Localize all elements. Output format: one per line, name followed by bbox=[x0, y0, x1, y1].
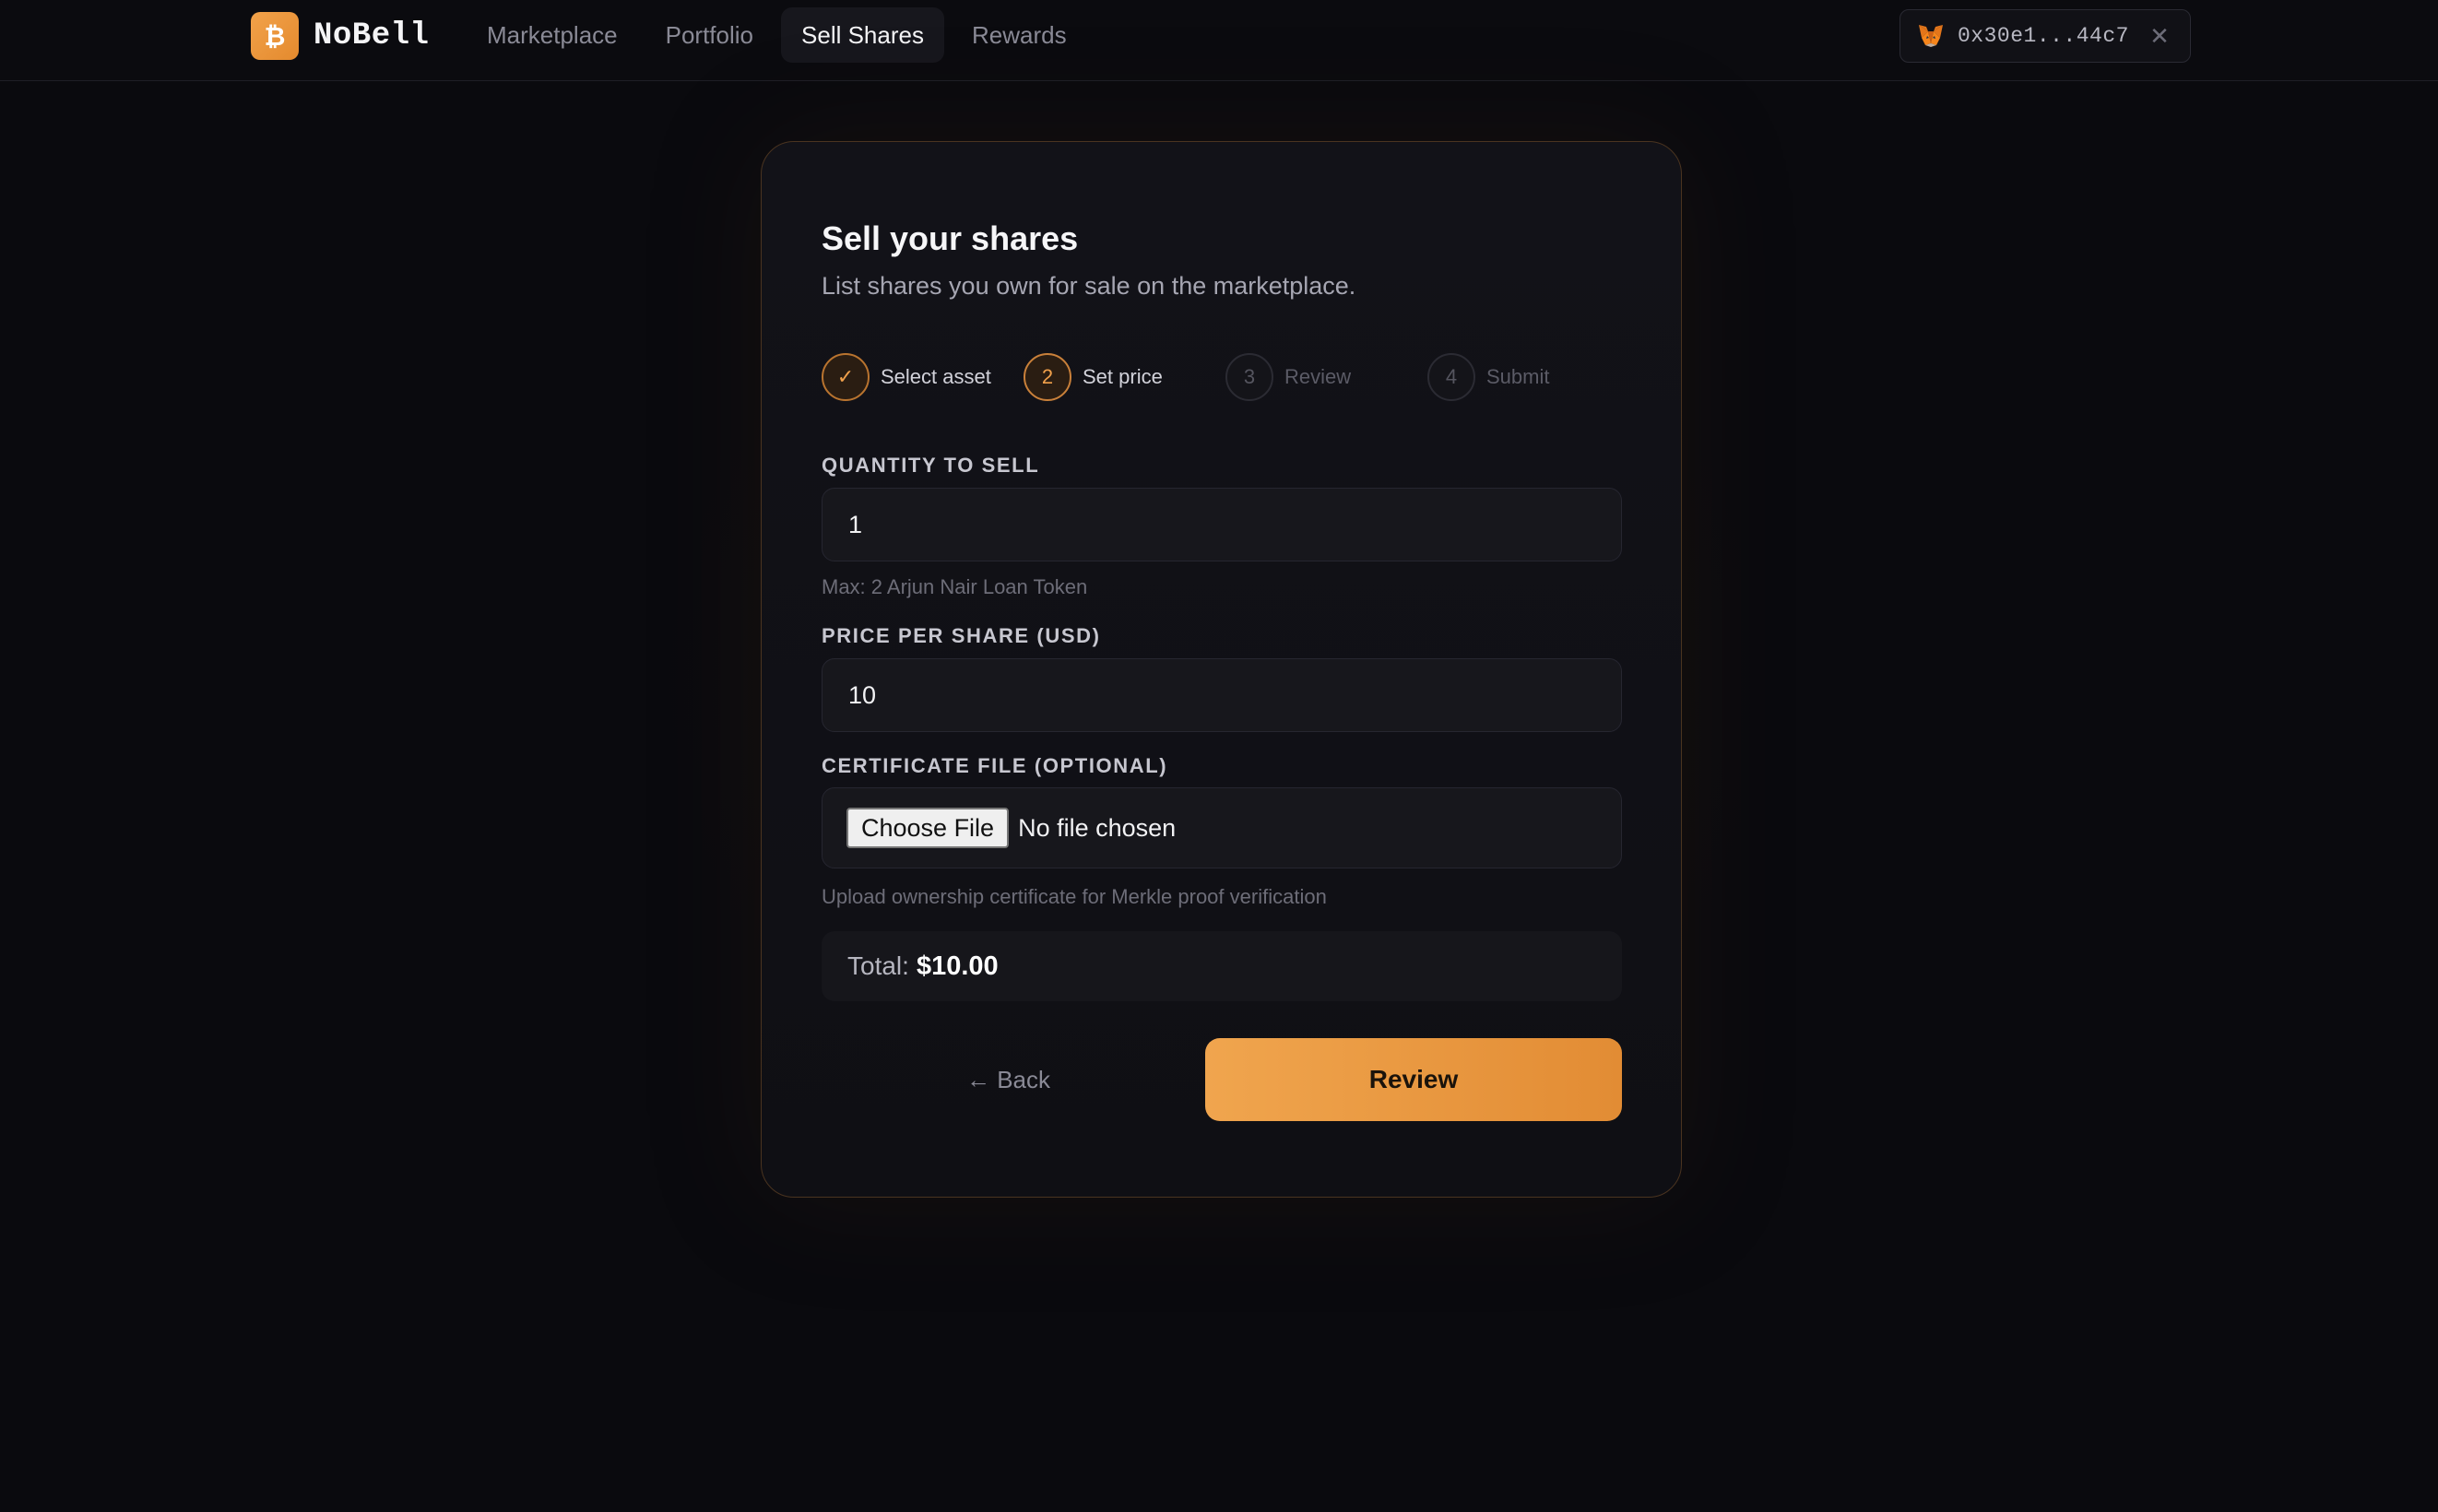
nav-item-marketplace[interactable]: Marketplace bbox=[467, 7, 638, 63]
step-label: Review bbox=[1284, 365, 1352, 388]
step-submit: 4 Submit bbox=[1427, 353, 1629, 401]
total-summary: Total: $10.00 bbox=[822, 931, 1622, 1001]
bitcoin-icon: ₿ bbox=[251, 12, 299, 60]
step-number: 3 bbox=[1225, 353, 1273, 401]
step-number: 2 bbox=[1024, 353, 1071, 401]
stepper: ✓ Select asset 2 Set price 3 Review 4 Su… bbox=[822, 353, 1629, 401]
quantity-label: QUANTITY TO SELL bbox=[822, 454, 1040, 477]
step-label: Select asset bbox=[881, 365, 991, 388]
brand[interactable]: ₿ NoBell bbox=[251, 12, 429, 60]
step-select-asset: ✓ Select asset bbox=[822, 353, 1024, 401]
top-navigation-bar: ₿ NoBell Marketplace Portfolio Sell Shar… bbox=[0, 0, 2438, 81]
step-label: Set price bbox=[1083, 365, 1163, 388]
certificate-label: CERTIFICATE FILE (OPTIONAL) bbox=[822, 754, 1168, 777]
brand-name: NoBell bbox=[314, 18, 430, 53]
wallet-connection[interactable]: 0x30e1...44c7 ✕ bbox=[1900, 9, 2191, 63]
check-icon: ✓ bbox=[822, 353, 870, 401]
main-nav: Marketplace Portfolio Sell Shares Reward… bbox=[467, 7, 1087, 63]
price-label: PRICE PER SHARE (USD) bbox=[822, 624, 1101, 647]
back-button[interactable]: ← Back bbox=[822, 1038, 1195, 1121]
step-set-price: 2 Set price bbox=[1024, 353, 1225, 401]
certificate-help-text: Upload ownership certificate for Merkle … bbox=[822, 885, 1327, 908]
close-icon[interactable]: ✕ bbox=[2146, 22, 2173, 51]
sell-shares-card: Sell your shares List shares you own for… bbox=[761, 141, 1682, 1198]
step-review: 3 Review bbox=[1225, 353, 1427, 401]
wallet-address: 0x30e1...44c7 bbox=[1958, 24, 2129, 48]
nav-item-sell-shares[interactable]: Sell Shares bbox=[781, 7, 944, 63]
review-button[interactable]: Review bbox=[1205, 1038, 1622, 1121]
nav-item-rewards[interactable]: Rewards bbox=[952, 7, 1087, 63]
total-label: Total: bbox=[847, 951, 909, 980]
nav-item-portfolio[interactable]: Portfolio bbox=[645, 7, 774, 63]
total-value: $10.00 bbox=[916, 951, 999, 981]
file-status: No file chosen bbox=[1018, 813, 1177, 842]
page-title: Sell your shares bbox=[822, 219, 1079, 257]
metamask-fox-icon bbox=[1917, 22, 1945, 50]
price-per-share-input[interactable]: 10 bbox=[822, 658, 1622, 732]
step-label: Submit bbox=[1486, 365, 1550, 388]
choose-file-button[interactable]: Choose File bbox=[846, 808, 1010, 848]
page: ₿ NoBell Marketplace Portfolio Sell Shar… bbox=[0, 0, 2438, 1512]
quantity-input[interactable]: 1 bbox=[822, 488, 1622, 561]
quantity-help-text: Max: 2 Arjun Nair Loan Token bbox=[822, 575, 1088, 598]
certificate-file-input: Choose File No file chosen bbox=[822, 787, 1622, 868]
step-number: 4 bbox=[1427, 353, 1475, 401]
page-subtitle: List shares you own for sale on the mark… bbox=[822, 272, 1356, 300]
